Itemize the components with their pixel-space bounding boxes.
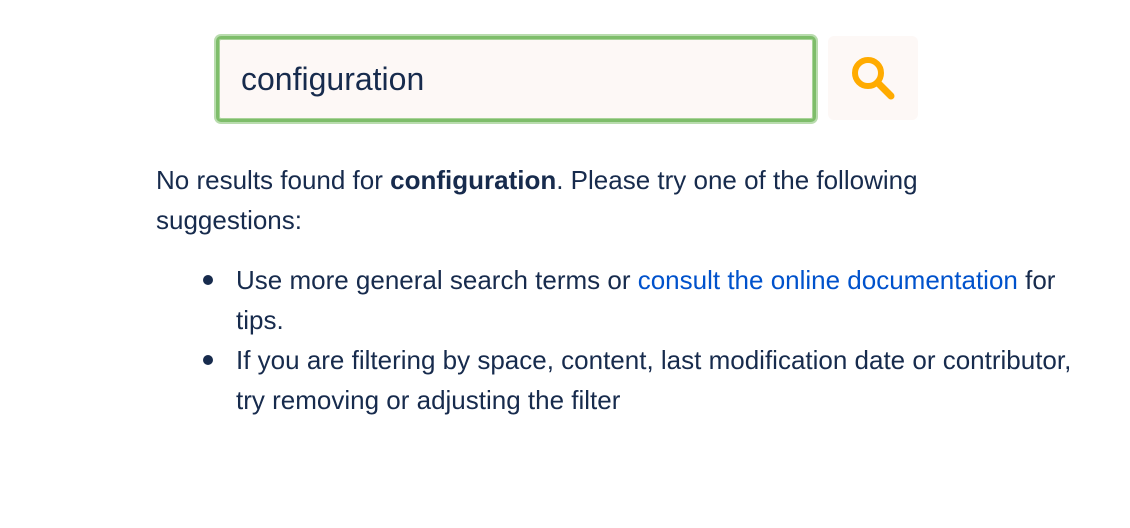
suggestion-item: Use more general search terms or consult… xyxy=(203,260,1106,340)
bullet-icon xyxy=(203,275,213,285)
message-prefix: No results found for xyxy=(156,165,391,195)
bullet-icon xyxy=(203,355,213,365)
search-bar xyxy=(216,36,918,122)
suggestion-text: Use more general search terms or xyxy=(236,265,638,295)
search-input[interactable] xyxy=(216,36,816,122)
suggestion-text: If you are filtering by space, content, … xyxy=(236,345,1072,415)
no-results-message: No results found for configuration. Plea… xyxy=(156,160,1016,240)
search-button[interactable] xyxy=(828,36,918,120)
suggestion-item: If you are filtering by space, content, … xyxy=(203,340,1106,420)
search-icon xyxy=(852,57,895,100)
documentation-link[interactable]: consult the online documentation xyxy=(638,265,1018,295)
search-term: configuration xyxy=(390,165,557,195)
suggestions-list: Use more general search terms or consult… xyxy=(156,260,1106,420)
